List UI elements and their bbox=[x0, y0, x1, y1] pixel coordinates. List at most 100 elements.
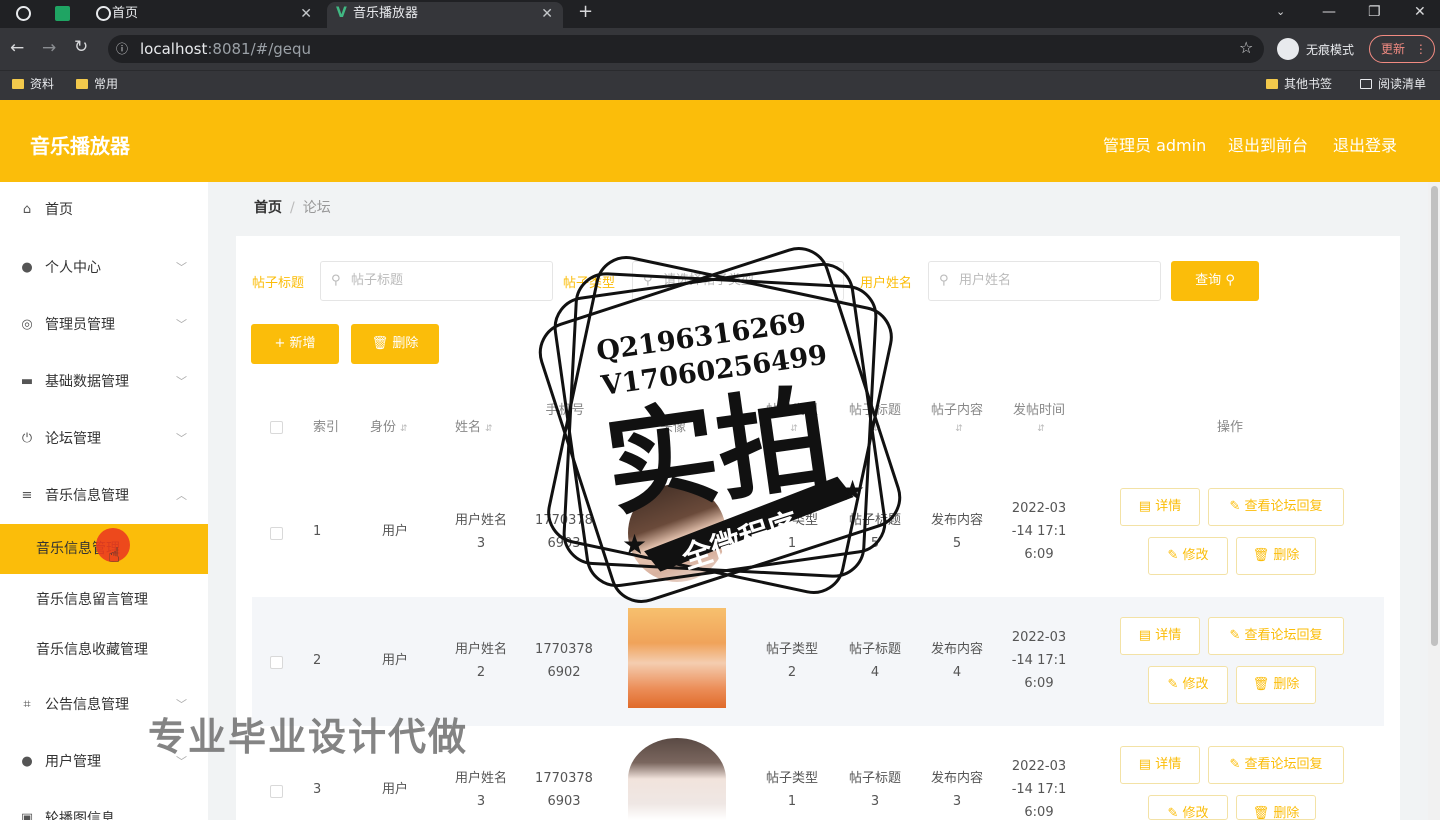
bookmark-label: 其他书签 bbox=[1284, 77, 1333, 91]
back-icon[interactable]: ← bbox=[10, 40, 24, 57]
row-delete-button[interactable]: 🗑 删除 bbox=[1236, 795, 1316, 820]
breadcrumb-current: 论坛 bbox=[302, 200, 331, 216]
button-label: 查看论坛回复 bbox=[1244, 628, 1323, 643]
exit-to-front-link[interactable]: 退出到前台 bbox=[1228, 132, 1308, 156]
info-icon[interactable]: ⓘ bbox=[116, 42, 128, 56]
cell-post-content: 发布内容 5 bbox=[927, 509, 987, 555]
star-icon[interactable]: ☆ bbox=[1239, 40, 1253, 56]
add-button[interactable]: + 新增 bbox=[251, 324, 339, 364]
row-delete-button[interactable]: 🗑 删除 bbox=[1236, 537, 1316, 575]
cell-line: 1 bbox=[787, 794, 797, 809]
detail-button[interactable]: ▤ 详情 bbox=[1120, 746, 1200, 784]
button-label: 详情 bbox=[1155, 628, 1182, 643]
row-checkbox[interactable] bbox=[270, 527, 283, 540]
edit-button[interactable]: ✎ 修改 bbox=[1148, 537, 1228, 575]
title-search-input[interactable]: ⚲ 帖子标题 bbox=[320, 261, 553, 301]
cell-line: 2 bbox=[476, 665, 486, 680]
bookmark-folder[interactable]: 常用 bbox=[76, 75, 118, 93]
user-search-input[interactable]: ⚲ 用户姓名 bbox=[928, 261, 1161, 301]
cell-post-title: 帖子标题 4 bbox=[845, 638, 905, 684]
row-checkbox[interactable] bbox=[270, 656, 283, 669]
logout-link[interactable]: 退出登录 bbox=[1333, 132, 1397, 156]
header-label: 身份 bbox=[370, 420, 397, 435]
chevron-down-icon: ﹀ bbox=[176, 432, 187, 445]
query-button[interactable]: 查询 ⚲ bbox=[1171, 261, 1259, 301]
button-label: 修改 bbox=[1182, 677, 1209, 692]
maximize-icon[interactable]: ❐ bbox=[1368, 5, 1381, 19]
sidebar-item-music[interactable]: ≡ 音乐信息管理 ︿ bbox=[0, 471, 208, 521]
menu-icon: ≡ bbox=[21, 488, 33, 503]
sidebar-item-home[interactable]: ⌂ 首页 bbox=[0, 185, 208, 235]
header-label: 索引 bbox=[313, 420, 340, 435]
breadcrumb-home[interactable]: 首页 bbox=[254, 200, 282, 216]
reload-icon[interactable]: ↻ bbox=[74, 39, 88, 56]
trash-icon: 🗑 bbox=[1252, 548, 1270, 563]
app-header bbox=[0, 100, 1440, 182]
cell-index: 3 bbox=[313, 782, 322, 797]
view-replies-button[interactable]: ✎ 查看论坛回复 bbox=[1208, 746, 1344, 784]
detail-button[interactable]: ▤ 详情 bbox=[1120, 488, 1200, 526]
header-role[interactable]: 身份 ⇵ bbox=[370, 419, 408, 438]
tab-home[interactable]: 首页 ✕ bbox=[86, 2, 322, 28]
header-name[interactable]: 姓名 ⇵ bbox=[455, 419, 493, 438]
row-delete-button[interactable]: 🗑 删除 bbox=[1236, 666, 1316, 704]
incognito-icon[interactable] bbox=[1277, 38, 1299, 60]
header-post-content[interactable]: 帖子内容 ⇵ bbox=[927, 402, 987, 438]
sidebar-item-admins[interactable]: ◎ 管理员管理 ﹀ bbox=[0, 300, 208, 350]
header-label: 帖子内容 bbox=[930, 403, 983, 418]
tab-label: 音乐播放器 bbox=[353, 6, 419, 21]
close-icon[interactable]: ✕ bbox=[541, 2, 553, 26]
sidebar-sub-music-comments[interactable]: 音乐信息留言管理 bbox=[0, 575, 208, 625]
new-tab-icon[interactable]: + bbox=[578, 3, 593, 21]
sidebar-item-basedata[interactable]: ▬ 基础数据管理 ﹀ bbox=[0, 357, 208, 407]
globe-icon[interactable] bbox=[16, 6, 31, 21]
row-checkbox[interactable] bbox=[270, 785, 283, 798]
cell-line: 3 bbox=[952, 794, 962, 809]
delete-button[interactable]: 🗑 删除 bbox=[351, 324, 439, 364]
header-post-time[interactable]: 发帖时间 ⇵ bbox=[1009, 402, 1069, 438]
cell-line: 4 bbox=[952, 665, 962, 680]
sidebar-item-forum[interactable]: ⏻ 论坛管理 ﹀ bbox=[0, 414, 208, 464]
cell-line: -14 17:1 bbox=[1011, 653, 1067, 668]
button-label: 详情 bbox=[1155, 499, 1182, 514]
edit-icon: ✎ bbox=[1229, 499, 1241, 514]
cell-role: 用户 bbox=[382, 653, 409, 668]
sidebar-sub-music-favorites[interactable]: 音乐信息收藏管理 bbox=[0, 625, 208, 675]
forward-icon[interactable]: → bbox=[42, 40, 56, 57]
cell-line: 5 bbox=[952, 536, 962, 551]
update-button[interactable]: 更新 ⋮ bbox=[1369, 35, 1435, 63]
cell-phone: 1770378 6903 bbox=[535, 767, 593, 813]
view-replies-button[interactable]: ✎ 查看论坛回复 bbox=[1208, 488, 1344, 526]
cell-post-type: 帖子类型 1 bbox=[762, 767, 822, 813]
view-replies-button[interactable]: ✎ 查看论坛回复 bbox=[1208, 617, 1344, 655]
reading-list[interactable]: 阅读清单 bbox=[1360, 75, 1426, 93]
scrollbar-thumb[interactable] bbox=[1431, 186, 1438, 646]
sidebar-item-carousel[interactable]: ▣ 轮播图信息 bbox=[0, 794, 208, 820]
bookmark-folder[interactable]: 资料 bbox=[12, 75, 54, 93]
search-icon: ⚲ bbox=[939, 273, 949, 288]
edit-button[interactable]: ✎ 修改 bbox=[1148, 666, 1228, 704]
sidebar-item-label: 首页 bbox=[45, 202, 73, 218]
minimize-icon[interactable]: — bbox=[1322, 5, 1336, 19]
tab-music-player[interactable]: 音乐播放器 ✕ bbox=[327, 2, 563, 28]
select-all-checkbox[interactable] bbox=[270, 421, 283, 434]
admin-link[interactable]: 管理员 admin bbox=[1103, 132, 1206, 156]
cell-line: 2022-03 bbox=[1011, 759, 1067, 774]
edit-button[interactable]: ✎ 修改 bbox=[1148, 795, 1228, 820]
chevron-down-icon[interactable]: ⌄ bbox=[1276, 5, 1285, 19]
detail-button[interactable]: ▤ 详情 bbox=[1120, 617, 1200, 655]
sidebar-item-profile[interactable]: ● 个人中心 ﹀ bbox=[0, 243, 208, 293]
cell-line: 帖子类型 bbox=[765, 642, 818, 657]
close-window-icon[interactable]: ✕ bbox=[1414, 5, 1426, 19]
sheet-app-icon[interactable] bbox=[55, 6, 70, 21]
app-title: 音乐播放器 bbox=[30, 134, 130, 158]
cell-line: 发布内容 bbox=[930, 642, 983, 657]
url-host: localhost bbox=[140, 40, 208, 58]
address-bar[interactable]: localhost:8081/#/gequ bbox=[108, 35, 1264, 63]
cell-name: 用户姓名 3 bbox=[452, 767, 510, 813]
trash-icon: 🗑 bbox=[1252, 677, 1270, 692]
user-icon: ● bbox=[21, 260, 33, 275]
bookmark-folder-other[interactable]: 其他书签 bbox=[1266, 75, 1332, 93]
close-icon[interactable]: ✕ bbox=[300, 2, 312, 26]
sidebar-item-label: 音乐信息管理 bbox=[45, 488, 129, 504]
